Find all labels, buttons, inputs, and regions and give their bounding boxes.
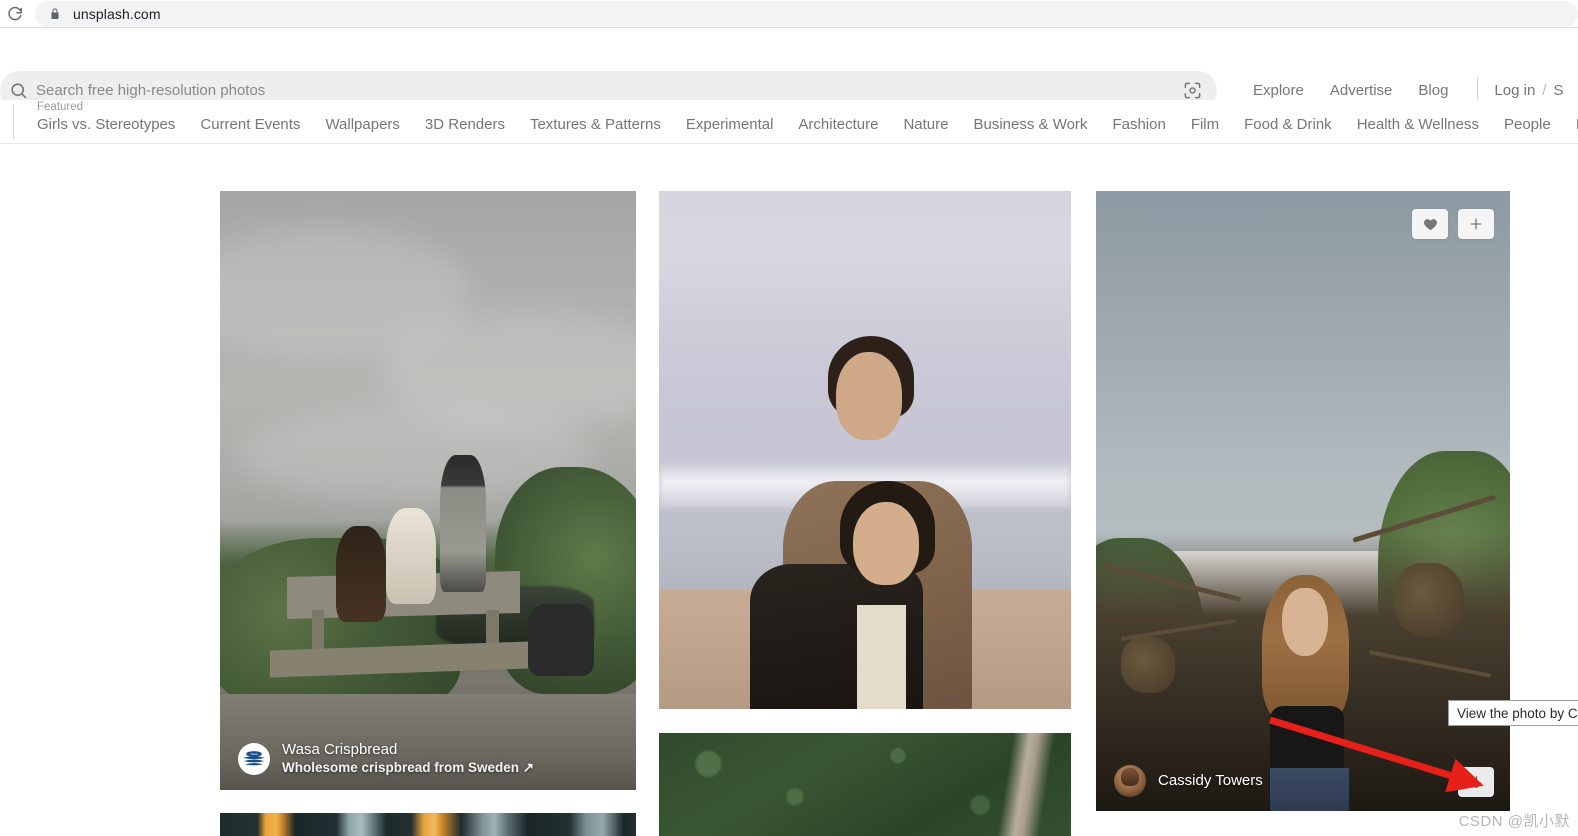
photo-1-person — [440, 454, 487, 593]
category-item-food-drink[interactable]: Food & Drink — [1244, 116, 1332, 133]
category-nav-divider — [13, 103, 14, 139]
category-list: Girls vs. Stereotypes Current Events Wal… — [37, 116, 1578, 133]
featured-label: Featured — [37, 101, 84, 113]
url-bar[interactable]: unsplash.com — [35, 0, 1578, 27]
heart-icon[interactable] — [1412, 209, 1448, 239]
photo-3-pinecone — [1394, 563, 1465, 638]
photo-card-beach-portrait[interactable] — [659, 191, 1071, 709]
csdn-watermark: CSDN @凯小默 — [1458, 813, 1570, 830]
photo-2-face-back — [836, 351, 903, 440]
category-item-architecture[interactable]: Architecture — [798, 116, 878, 133]
category-item-girls-vs-stereotypes[interactable]: Girls vs. Stereotypes — [37, 116, 175, 133]
photo-3-pinecone — [1120, 637, 1175, 694]
photo-grid: wasa Wasa Crispbread Wholesome crispbrea… — [0, 144, 1578, 836]
header-link-advertise[interactable]: Advertise — [1317, 82, 1406, 99]
category-item-experimental[interactable]: Experimental — [686, 116, 774, 133]
category-item-current-events[interactable]: Current Events — [200, 116, 300, 133]
submit-photo-link[interactable]: S — [1553, 82, 1563, 99]
cassidy-towers-avatar[interactable] — [1114, 765, 1146, 797]
category-item-fashion[interactable]: Fashion — [1112, 116, 1165, 133]
photo-author-name[interactable]: Cassidy Towers — [1158, 772, 1263, 790]
photo-1-backpack — [527, 604, 595, 677]
photo-2-cream-top — [856, 605, 907, 709]
photo-tooltip: View the photo by Cassid — [1448, 700, 1578, 726]
photo-1-person — [336, 526, 387, 623]
category-item-3d-renders[interactable]: 3D Renders — [425, 116, 505, 133]
sponsored-tagline[interactable]: Wholesome crispbread from Sweden ↗ — [282, 760, 534, 776]
reload-icon[interactable] — [1, 1, 29, 27]
photo-3-face — [1282, 587, 1328, 656]
photo-card-sponsored[interactable]: wasa Wasa Crispbread Wholesome crispbrea… — [220, 191, 636, 790]
sponsored-brand-name: Wasa Crispbread — [282, 741, 398, 759]
category-item-business-work[interactable]: Business & Work — [974, 116, 1088, 133]
unsplash-header: Explore Advertise Blog Log in / S — [0, 28, 1578, 110]
category-item-textures-patterns[interactable]: Textures & Patterns — [530, 116, 661, 133]
photo-2-face-front — [852, 501, 919, 585]
photo-action-buttons — [1412, 209, 1494, 239]
header-link-blog[interactable]: Blog — [1405, 82, 1461, 99]
photo-card-aerial-forest[interactable] — [659, 733, 1071, 836]
sponsored-credit-text: Wasa Crispbread Wholesome crispbread fro… — [282, 741, 534, 776]
category-item-nature[interactable]: Nature — [903, 116, 948, 133]
login-link[interactable]: Log in — [1494, 82, 1535, 99]
photo-1-person — [386, 508, 437, 605]
download-arrow-icon[interactable] — [1458, 767, 1494, 797]
browser-chrome: unsplash.com — [0, 0, 1578, 27]
wasa-logo-avatar: wasa — [238, 742, 270, 775]
lock-icon — [49, 7, 61, 21]
auth-separator: / — [1542, 82, 1547, 99]
category-item-people[interactable]: People — [1504, 116, 1551, 133]
svg-text:wasa: wasa — [251, 752, 258, 756]
category-item-health-wellness[interactable]: Health & Wellness — [1357, 116, 1479, 133]
photo-card-amber-lights[interactable] — [220, 813, 636, 836]
sponsored-credit[interactable]: wasa Wasa Crispbread Wholesome crispbrea… — [238, 741, 534, 776]
search-input[interactable] — [34, 82, 1175, 99]
category-item-wallpapers[interactable]: Wallpapers — [325, 116, 399, 133]
photo-author-credit[interactable]: Cassidy Towers — [1114, 765, 1263, 797]
url-text: unsplash.com — [73, 5, 161, 22]
category-item-film[interactable]: Film — [1191, 116, 1219, 133]
header-link-explore[interactable]: Explore — [1240, 82, 1317, 99]
featured-group: Featured — [37, 100, 83, 115]
photo-3-tank-top — [1269, 705, 1345, 774]
plus-icon[interactable] — [1458, 209, 1494, 239]
category-nav: Featured Girls vs. Stereotypes Current E… — [0, 100, 1578, 144]
photo-3-jeans — [1269, 767, 1349, 811]
photo-5-content — [220, 813, 636, 836]
photo-author-credit-text: Cassidy Towers — [1158, 772, 1263, 790]
